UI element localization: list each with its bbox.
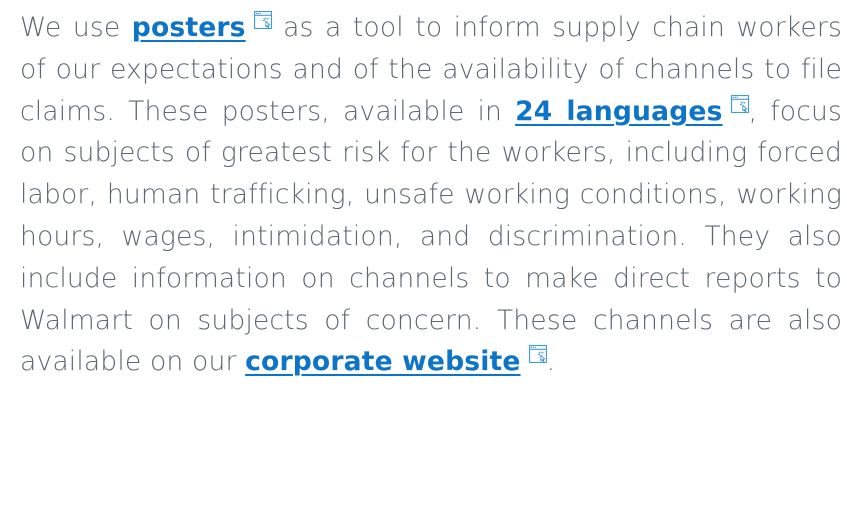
languages-link[interactable]: 24 languages [515,96,722,127]
corporate-website-link[interactable]: corporate website [245,346,520,377]
text-segment: We use [20,12,132,43]
text-segment: . [546,346,556,378]
body-paragraph: We use posters as a tool to inform suppl… [20,7,842,383]
text-segment: , focus on subjects of greatest risk for… [20,95,842,378]
posters-link[interactable]: posters [132,12,246,43]
external-link-icon[interactable] [253,11,272,29]
external-link-icon[interactable] [730,94,749,113]
external-link-icon[interactable] [528,345,547,364]
